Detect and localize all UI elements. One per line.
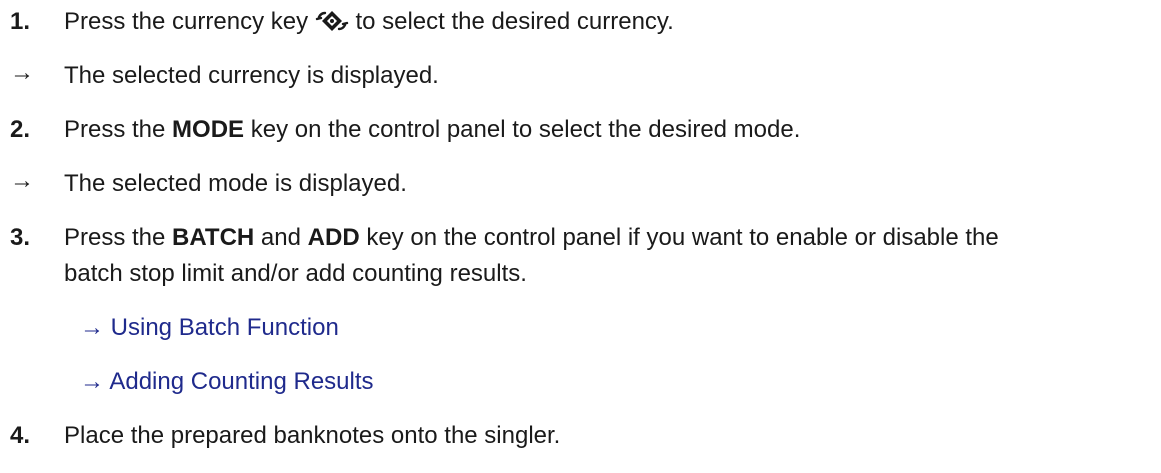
arrow-right-icon: → — [10, 59, 34, 86]
step-3-continuation: batch stop limit and/or add counting res… — [0, 258, 1161, 290]
step-3: 3. Press the BATCH and ADD key on the co… — [0, 222, 1161, 254]
step-text: Place the prepared banknotes onto the si… — [64, 422, 561, 449]
step-1: 1. Press the currency key to select the … — [0, 6, 1161, 38]
link-label: Adding Counting Results — [109, 368, 374, 395]
step-4: 4. Place the prepared banknotes onto the… — [0, 420, 1161, 452]
step-2-result: → The selected mode is displayed. — [0, 167, 1161, 200]
result-text: The selected mode is displayed. — [64, 170, 407, 197]
step-text-line2: batch stop limit and/or add counting res… — [64, 260, 527, 287]
arrow-right-icon: → — [10, 167, 34, 194]
step-text: Press the BATCH and ADD key on the contr… — [64, 222, 999, 254]
link-row: → Using Batch Function — [0, 312, 1161, 344]
link-label: Using Batch Function — [110, 314, 339, 341]
step-text-part: Press the — [64, 116, 173, 143]
step-text-part: key on the control panel to select the d… — [244, 116, 801, 143]
add-key-label: ADD — [307, 224, 360, 251]
step-text-after-icon: to select the desired currency. — [355, 8, 674, 35]
step-text-part: Press the — [64, 224, 173, 251]
mode-key-label: MODE — [172, 116, 245, 143]
batch-key-label: BATCH — [172, 224, 255, 251]
step-number: 1. — [10, 8, 31, 35]
step-text-part: key on the control panel if you want to … — [359, 224, 999, 251]
step-text: Press the currency key to select the des… — [64, 6, 674, 38]
result-text: The selected currency is displayed. — [64, 62, 439, 89]
currency-key-icon — [315, 11, 348, 31]
step-text-before-icon: Press the currency key — [64, 8, 309, 35]
link-using-batch-function[interactable]: → Using Batch Function — [80, 312, 339, 344]
step-text-part: and — [254, 224, 308, 251]
step-number: 2. — [10, 116, 31, 143]
step-1-result: → The selected currency is displayed. — [0, 59, 1161, 92]
step-number: 4. — [10, 422, 31, 449]
arrow-right-icon: → — [80, 368, 104, 395]
arrow-right-icon: → — [80, 314, 104, 341]
link-adding-counting-results[interactable]: → Adding Counting Results — [80, 366, 374, 398]
step-text: Press the MODE key on the control panel … — [64, 114, 800, 146]
step-number: 3. — [10, 224, 31, 251]
step-2: 2. Press the MODE key on the control pan… — [0, 114, 1161, 146]
link-row: → Adding Counting Results — [0, 366, 1161, 398]
